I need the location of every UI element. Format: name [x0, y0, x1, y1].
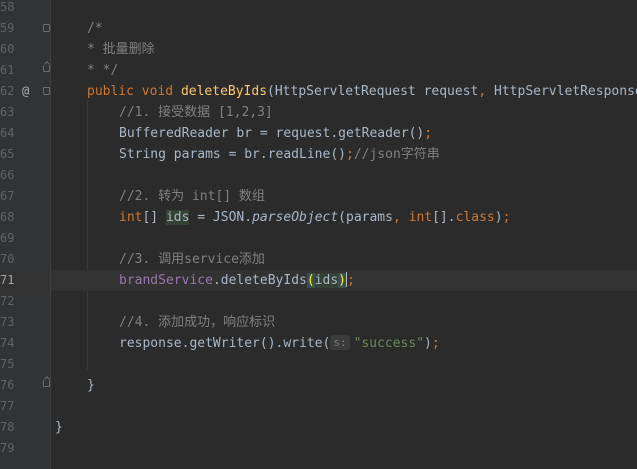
indent-guide — [87, 100, 88, 370]
code-line-68: int[] ids = JSON.parseObject(params, int… — [119, 210, 511, 225]
line-number: 69 — [0, 231, 15, 245]
code-line-78: } — [55, 420, 63, 435]
line-number: 79 — [0, 441, 15, 455]
line-number: 64 — [0, 126, 15, 140]
fold-end-icon[interactable] — [43, 380, 50, 387]
line-number: 77 — [0, 399, 15, 413]
code-line-67: //2. 转为 int[] 数组 — [119, 189, 265, 204]
variable-highlight: ids — [314, 273, 339, 288]
line-number: 72 — [0, 294, 15, 308]
code-line-63: //1. 接受数据 [1,2,3] — [119, 105, 273, 120]
line-number: 63 — [0, 105, 15, 119]
line-number: 65 — [0, 147, 15, 161]
line-number: 70 — [0, 252, 15, 266]
parameter-hint: s: — [330, 335, 350, 350]
code-line-65: String params = br.readLine();//json字符串 — [119, 147, 440, 162]
line-number: 61 — [0, 63, 15, 77]
code-line-73: //4. 添加成功，响应标识 — [119, 315, 276, 330]
line-number-current: 71 — [0, 273, 15, 287]
line-number: 58 — [0, 0, 15, 14]
fold-end-icon[interactable] — [43, 65, 50, 72]
code-line-60: * 批量删除 — [87, 42, 155, 57]
line-number: 66 — [0, 168, 15, 182]
fold-collapse-icon[interactable] — [43, 24, 50, 32]
code-line-62: public void deleteByIds(HttpServletReque… — [87, 84, 637, 99]
line-number: 67 — [0, 189, 15, 203]
code-line-74: response.getWriter().write(s: "success"); — [119, 335, 440, 351]
method-name: deleteByIds — [180, 84, 268, 99]
fold-collapse-icon[interactable] — [43, 87, 50, 95]
line-number: 74 — [0, 336, 15, 350]
code-line-61: * */ — [87, 63, 119, 78]
editor-gutter: 58 59 60 61 62 @ 63 64 65 66 67 68 69 70 … — [0, 0, 51, 469]
line-number: 76 — [0, 378, 15, 392]
code-line-76: } — [87, 378, 95, 393]
line-number: 68 — [0, 210, 15, 224]
variable-highlight: ids — [165, 210, 190, 225]
line-number: 62 — [0, 84, 15, 98]
code-line-59: /* — [87, 21, 103, 36]
line-number: 78 — [0, 420, 15, 434]
override-annotation-icon[interactable]: @ — [22, 81, 29, 102]
brace-match-close: ) — [338, 273, 346, 288]
line-number: 60 — [0, 42, 15, 56]
line-number: 75 — [0, 357, 15, 371]
code-line-71-current[interactable]: brandService.deleteByIds(ids); — [51, 270, 637, 291]
code-line-70: //3. 调用service添加 — [119, 252, 265, 267]
line-number: 73 — [0, 315, 15, 329]
code-editor[interactable]: 58 59 60 61 62 @ 63 64 65 66 67 68 69 70 … — [0, 0, 637, 469]
code-line-64: BufferedReader br = request.getReader(); — [119, 126, 433, 141]
brace-match-open: ( — [306, 273, 315, 288]
line-number: 59 — [0, 21, 15, 35]
code-area[interactable]: /* * 批量删除 * */ public void deleteByIds(H… — [51, 0, 637, 469]
